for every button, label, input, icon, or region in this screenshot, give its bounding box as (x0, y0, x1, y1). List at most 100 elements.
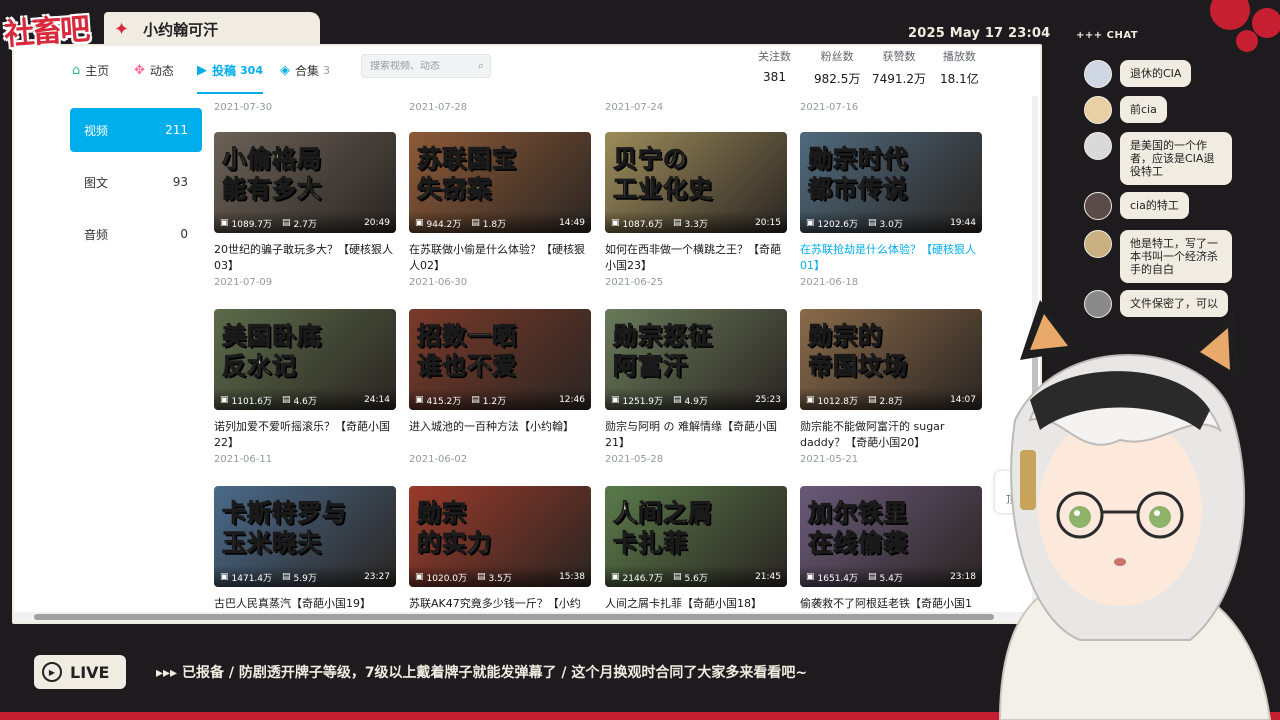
video-thumbnail[interactable]: 勋宗时代 都市传说 ▣ 1202.6万 ▤ 3.0万 19:44 (800, 132, 982, 233)
stat-followers[interactable]: 粉丝数 982.5万 (814, 48, 860, 87)
sparkle-icon: ✦ (114, 18, 130, 40)
danmaku-icon: ▤ (673, 395, 682, 405)
video-card[interactable]: 招数一晒 谁也不爱 ▣ 415.2万 ▤ 1.2万 12:46 进入城池的一百种方法【小约翰… (409, 309, 591, 465)
horizontal-scrollbar[interactable] (14, 612, 1040, 622)
video-title[interactable]: 如何在西非做一个横跳之王？【奇葩小国23】 (605, 242, 787, 274)
video-meta: ▣ 1101.6万 ▤ 4.6万 24:14 (220, 393, 390, 407)
video-card[interactable]: 人间之屑 卡扎菲 ▣ 2146.7万 ▤ 5.6万 21:45 人间之屑卡扎菲【奇葩小国18… (605, 486, 787, 622)
video-title[interactable]: 诺列加爱不爱听摇滚乐？【奇葩小国22】 (214, 419, 396, 451)
search-icon[interactable]: ⌕ (478, 59, 484, 73)
play-count-icon: ▣ (806, 572, 815, 582)
thumbnail-cover-text: 苏联国宝 失窃案 (417, 145, 517, 204)
chat-avatar (1084, 192, 1112, 220)
video-duration: 15:38 (559, 572, 585, 582)
play-count-icon: ▣ (415, 572, 424, 582)
video-thumbnail[interactable]: 加尔铁里 在线偷袭 ▣ 1651.4万 ▤ 5.4万 23:18 (800, 486, 982, 587)
tab-collection[interactable]: ◈ 合集 3 (280, 58, 330, 82)
danmaku-count: 1.8万 (482, 219, 507, 230)
video-title[interactable]: 勋宗与阿明 の 难解情缘【奇葩小国21】 (605, 419, 787, 451)
video-date: 2021-06-25 (605, 277, 664, 288)
video-meta: ▣ 1089.7万 ▤ 2.7万 20:49 (220, 216, 390, 230)
video-thumbnail[interactable]: 苏联国宝 失窃案 ▣ 944.2万 ▤ 1.8万 14:49 (409, 132, 591, 233)
stream-title: 小约翰可汗 (143, 20, 219, 39)
danmaku-icon: ▤ (282, 395, 291, 405)
chat-avatar (1084, 132, 1112, 160)
tab-count: 304 (240, 63, 263, 77)
play-count-icon: ▣ (220, 218, 229, 228)
video-duration: 12:46 (559, 395, 585, 405)
video-date: 2021-06-18 (800, 277, 859, 288)
video-title[interactable]: 20世纪的骗子敢玩多大？【硬核狠人03】 (214, 242, 396, 274)
stream-ticker: ▸▸▸ 已报备 / 防剧透开牌子等级，7级以上戴着牌子就能发弹幕了 / 这个月换… (156, 665, 808, 681)
thumbnail-cover-text: 小偷格局 能有多大 (222, 145, 322, 204)
play-count: 1651.4万 (817, 573, 859, 584)
scrollbar-thumb[interactable] (34, 614, 994, 620)
video-card[interactable]: 贝宁の 工业化史 ▣ 1087.6万 ▤ 3.3万 20:15 如何在西非做一个横跳之王？【… (605, 132, 787, 288)
side-filter-article[interactable]: 图文 93 (70, 160, 202, 204)
danmaku-count: 3.0万 (879, 219, 903, 230)
danmaku-icon: ▤ (673, 218, 682, 228)
video-card[interactable]: 卡斯特罗与 玉米晓夫 ▣ 1471.4万 ▤ 5.9万 23:27 古巴人民真蒸汽【奇葩小国… (214, 486, 396, 622)
stream-logo: 社畜吧 (3, 11, 90, 53)
play-count-icon: ▣ (220, 572, 229, 582)
video-title[interactable]: 在苏联做小偷是什么体验？【硬核狠人02】 (409, 242, 591, 274)
play-count: 1020.0万 (426, 573, 468, 584)
video-thumbnail[interactable]: 勋宗的 帝国坟场 ▣ 1012.8万 ▤ 2.8万 14:07 (800, 309, 982, 410)
video-meta: ▣ 415.2万 ▤ 1.2万 12:46 (415, 393, 585, 407)
video-title[interactable]: 进入城池的一百种方法【小约翰】 (409, 419, 591, 451)
active-tab-indicator (197, 92, 263, 94)
thumbnail-cover-text: 卡斯特罗与 玉米晓夫 (222, 499, 347, 558)
tab-home[interactable]: ⌂ 主页 (72, 58, 109, 82)
paw-decoration (1236, 30, 1258, 52)
video-thumbnail[interactable]: 卡斯特罗与 玉米晓夫 ▣ 1471.4万 ▤ 5.9万 23:27 (214, 486, 396, 587)
video-thumbnail[interactable]: 招数一晒 谁也不爱 ▣ 415.2万 ▤ 1.2万 12:46 (409, 309, 591, 410)
video-title[interactable]: 勋宗能不能做阿富汗的 sugar daddy？【奇葩小国20】 (800, 419, 982, 451)
video-card[interactable]: 勋宗怒征 阿富汗 ▣ 1251.9万 ▤ 4.9万 25:23 勋宗与阿明 の 难解情缘【奇… (605, 309, 787, 465)
video-duration: 24:14 (364, 395, 390, 405)
side-filter-audio[interactable]: 音频 0 (70, 212, 202, 256)
chat-header: +++ CHAT (1076, 30, 1139, 41)
video-card[interactable]: 勋宗时代 都市传说 ▣ 1202.6万 ▤ 3.0万 19:44 在苏联抢劫是什么体验？【硬… (800, 132, 982, 288)
play-count: 1012.8万 (817, 396, 859, 407)
play-count-icon: ▣ (611, 395, 620, 405)
play-count: 415.2万 (426, 396, 462, 407)
chat-bubble: cia的特工 (1120, 192, 1189, 219)
video-thumbnail[interactable]: 贝宁の 工业化史 ▣ 1087.6万 ▤ 3.3万 20:15 (605, 132, 787, 233)
chat-avatar (1084, 96, 1112, 124)
video-thumbnail[interactable]: 人间之屑 卡扎菲 ▣ 2146.7万 ▤ 5.6万 21:45 (605, 486, 787, 587)
video-card[interactable]: 勋宗的 帝国坟场 ▣ 1012.8万 ▤ 2.8万 14:07 勋宗能不能做阿富汗的 sug… (800, 309, 982, 465)
video-card[interactable]: 苏联国宝 失窃案 ▣ 944.2万 ▤ 1.8万 14:49 在苏联做小偷是什么体验？【硬核… (409, 132, 591, 288)
chat-message: 是美国的一个作者，应该是CIA退役特工 (1084, 132, 1232, 185)
search-box[interactable]: ⌕ (361, 54, 491, 78)
video-duration: 20:49 (364, 218, 390, 228)
video-card[interactable]: 美国卧底 反水记 ▣ 1101.6万 ▤ 4.6万 24:14 诺列加爱不爱听摇滚乐？【奇葩… (214, 309, 396, 465)
search-input[interactable] (370, 60, 470, 72)
chat-avatar (1084, 60, 1112, 88)
tab-upload[interactable]: ▶ 投稿 304 (197, 58, 263, 82)
side-filter-count: 0 (180, 227, 188, 241)
stat-following[interactable]: 关注数 381 (758, 48, 791, 84)
video-thumbnail[interactable]: 美国卧底 反水记 ▣ 1101.6万 ▤ 4.6万 24:14 (214, 309, 396, 410)
thumbnail-cover-text: 勋宗的 帝国坟场 (808, 322, 908, 381)
thumbnail-cover-text: 美国卧底 反水记 (222, 322, 322, 381)
video-date: 2021-06-30 (409, 277, 468, 288)
video-duration: 23:27 (364, 572, 390, 582)
video-card[interactable]: 加尔铁里 在线偷袭 ▣ 1651.4万 ▤ 5.4万 23:18 偷袭救不了阿根廷老铁【奇葩… (800, 486, 982, 622)
chat-bubble: 他是特工，写了一本书叫一个经济杀手的自白 (1120, 230, 1232, 283)
paw-decoration (1210, 0, 1250, 30)
video-card[interactable]: 小偷格局 能有多大 ▣ 1089.7万 ▤ 2.7万 20:49 20世纪的骗子敢玩多大？【… (214, 132, 396, 288)
video-thumbnail[interactable]: 勋宗怒征 阿富汗 ▣ 1251.9万 ▤ 4.9万 25:23 (605, 309, 787, 410)
video-title[interactable]: 在苏联抢劫是什么体验？【硬核狠人01】 (800, 242, 982, 274)
video-thumbnail[interactable]: 勋宗 的实力 ▣ 1020.0万 ▤ 3.5万 15:38 (409, 486, 591, 587)
video-thumbnail[interactable]: 小偷格局 能有多大 ▣ 1089.7万 ▤ 2.7万 20:49 (214, 132, 396, 233)
thumbnail-cover-text: 勋宗怒征 阿富汗 (613, 322, 713, 381)
tab-dynamic[interactable]: ✥ 动态 (134, 58, 174, 82)
play-count: 944.2万 (426, 219, 462, 230)
danmaku-count: 5.4万 (879, 573, 903, 584)
stat-likes: 获赞数 7491.2万 (872, 48, 926, 87)
space-nav: ⌂ 主页 ✥ 动态 ▶ 投稿 304 ◈ 合集 3 ⌕ 关注数 381 粉丝数 … (14, 46, 1040, 94)
video-date: 2021-06-11 (214, 454, 273, 465)
side-filter-video[interactable]: 视频 211 (70, 108, 202, 152)
video-card[interactable]: 勋宗 的实力 ▣ 1020.0万 ▤ 3.5万 15:38 苏联AK47究竟多少钱一斤？【小… (409, 486, 591, 622)
upload-icon: ▶ (197, 62, 207, 78)
